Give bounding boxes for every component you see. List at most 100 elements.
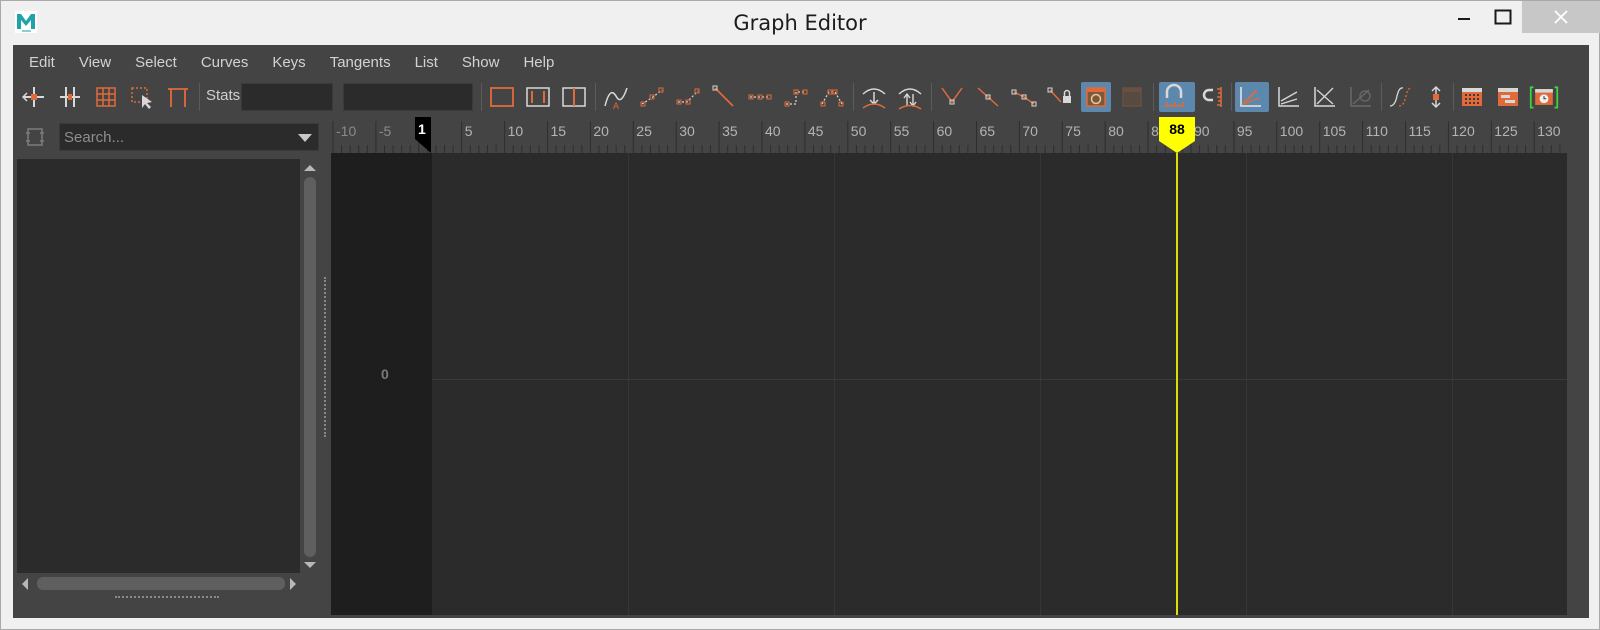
frame-playback-range-icon[interactable] (523, 82, 553, 112)
spline-tangent-icon[interactable] (637, 82, 667, 112)
menu-edit[interactable]: Edit (29, 54, 55, 71)
unify-tangents-icon[interactable] (973, 82, 1003, 112)
auto-tangent-icon[interactable]: A (601, 82, 631, 112)
ruler-tick-label: 15 (550, 123, 567, 139)
menu-curves[interactable]: Curves (201, 54, 249, 71)
toolbar-separator (199, 83, 200, 111)
flat-tangent-icon[interactable] (745, 82, 775, 112)
current-time-line (1176, 153, 1178, 615)
insert-keys-icon[interactable] (55, 82, 85, 112)
pre-infinity-cycle-icon[interactable] (1385, 82, 1415, 112)
ruler-tick-label: 75 (1065, 123, 1081, 139)
stats-field-time[interactable] (241, 83, 333, 111)
scroll-down-arrow-icon[interactable] (301, 559, 319, 571)
menu-view[interactable]: View (79, 54, 111, 71)
toolbar-separator (931, 83, 932, 111)
ruler-tick-label: 80 (1108, 123, 1124, 139)
ruler-tick-label: 50 (850, 123, 867, 139)
free-tangent-weight-icon[interactable] (1009, 82, 1039, 112)
absolute-view-icon[interactable] (1235, 82, 1269, 112)
renormalize-icon[interactable] (1345, 82, 1375, 112)
vertical-scrollbar-thumb[interactable] (304, 177, 316, 557)
panel-splitter-grip[interactable] (324, 277, 326, 437)
graph-grid-line (1246, 153, 1247, 615)
ruler-tick-label: 5 (464, 123, 473, 139)
resize-grip-horizontal[interactable] (115, 596, 219, 600)
dope-sheet-icon[interactable] (1457, 82, 1487, 112)
graph-grid-line (834, 153, 835, 615)
center-current-time-icon[interactable] (559, 82, 589, 112)
zero-value-line (432, 379, 1567, 380)
scroll-left-arrow-icon[interactable] (19, 573, 31, 595)
frame-all-icon[interactable] (487, 82, 517, 112)
horizontal-scrollbar-thumb[interactable] (37, 577, 285, 590)
toolbar-separator (1231, 83, 1232, 111)
editor-client-area: Edit View Select Curves Keys Tangents Li… (13, 45, 1589, 618)
scroll-right-arrow-icon[interactable] (287, 573, 299, 595)
ruler-tick-label: 30 (679, 123, 695, 139)
graph-grid-line (628, 153, 629, 615)
ruler-tick-label: 20 (593, 123, 609, 139)
stacked-view-icon[interactable] (1273, 82, 1303, 112)
swap-buffer-curve-icon[interactable] (895, 82, 925, 112)
normalized-view-icon[interactable] (1309, 82, 1339, 112)
menu-help[interactable]: Help (523, 54, 554, 71)
ruler-tick-label: 45 (807, 123, 824, 139)
region-tool-icon[interactable] (127, 82, 157, 112)
menu-list[interactable]: List (415, 54, 438, 71)
toolbar-separator (1453, 83, 1454, 111)
title-bar[interactable]: Graph Editor (1, 1, 1600, 45)
ruler-tick-label: -5 (378, 123, 392, 139)
time-ruler[interactable]: -10-505101520253035404550556065707580859… (331, 117, 1567, 153)
trax-editor-icon[interactable] (1493, 82, 1523, 112)
toolbar-separator (1381, 83, 1382, 111)
graph-editor-toolbar: Stats A (13, 79, 1589, 115)
toolbar-separator (481, 83, 482, 111)
scroll-up-arrow-icon[interactable] (301, 162, 319, 174)
graph-grid-line (1452, 153, 1453, 615)
horizontal-scrollbar[interactable] (17, 573, 300, 595)
vertical-scrollbar[interactable] (301, 159, 319, 573)
auto-load-selection-icon[interactable] (1081, 82, 1111, 112)
lock-tangent-weight-icon[interactable] (1045, 82, 1075, 112)
ruler-tick-label: 115 (1408, 123, 1431, 139)
linear-tangent-icon[interactable] (709, 82, 739, 112)
current-frame-label: 88 (1169, 121, 1185, 137)
retime-tool-icon[interactable] (163, 82, 193, 112)
value-snap-icon[interactable] (1199, 82, 1229, 112)
ruler-tick-label: 25 (636, 123, 652, 139)
pre-range-region (331, 153, 432, 615)
ruler-tick-label: 95 (1236, 123, 1253, 139)
start-frame-label: 1 (418, 121, 426, 137)
ruler-tick-label: 40 (765, 123, 781, 139)
lattice-deform-keys-icon[interactable] (91, 82, 121, 112)
chevron-down-icon[interactable] (298, 134, 312, 142)
time-snap-icon[interactable] (1159, 82, 1195, 112)
outliner-list[interactable] (17, 159, 300, 573)
svg-text:A: A (613, 101, 619, 111)
plateau-tangent-icon[interactable] (817, 82, 847, 112)
post-infinity-cycle-icon[interactable] (1421, 82, 1451, 112)
load-selected-objects-icon[interactable] (1117, 82, 1147, 112)
clamped-tangent-icon[interactable] (673, 82, 703, 112)
break-tangents-icon[interactable] (937, 82, 967, 112)
window-title: Graph Editor (733, 11, 867, 35)
buffer-curve-snapshot-icon[interactable] (859, 82, 889, 112)
search-input[interactable] (64, 124, 294, 150)
move-nearest-picked-key-icon[interactable] (19, 82, 49, 112)
graph-view[interactable]: 0 -10-5051015202530354045505560657075808… (331, 117, 1567, 615)
menu-keys[interactable]: Keys (272, 54, 305, 71)
menu-select[interactable]: Select (135, 54, 177, 71)
filter-icon[interactable] (23, 125, 47, 149)
close-button[interactable] (1522, 1, 1600, 33)
ruler-tick-label: 65 (979, 123, 996, 139)
maximize-button[interactable] (1480, 1, 1525, 33)
time-editor-icon[interactable] (1529, 82, 1565, 112)
search-box (59, 123, 319, 151)
menu-tangents[interactable]: Tangents (330, 54, 391, 71)
menu-show[interactable]: Show (462, 54, 500, 71)
step-tangent-icon[interactable] (781, 82, 811, 112)
ruler-tick-label: 90 (1194, 123, 1210, 139)
stats-label: Stats (206, 87, 241, 104)
stats-field-value[interactable] (343, 83, 473, 111)
